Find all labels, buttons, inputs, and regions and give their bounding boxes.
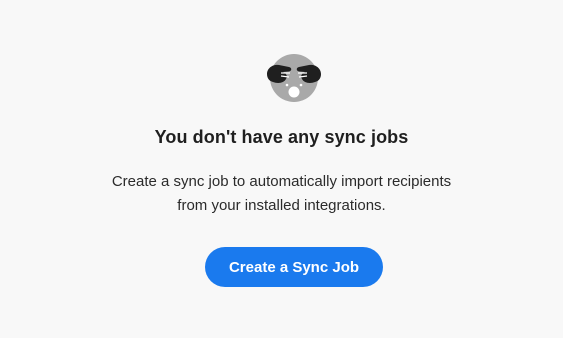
empty-state-description: Create a sync job to automatically impor… — [0, 170, 563, 218]
see-no-evil-monkey-icon — [267, 54, 321, 102]
empty-state-heading: You don't have any sync jobs — [154, 127, 409, 147]
empty-state: You don't have any sync jobs Create a sy… — [0, 0, 563, 338]
description-line-1: Create a sync job to automatically impor… — [111, 173, 452, 190]
create-sync-job-button[interactable]: Create a Sync Job — [205, 247, 383, 287]
description-line-2: from your installed integrations. — [177, 197, 386, 214]
